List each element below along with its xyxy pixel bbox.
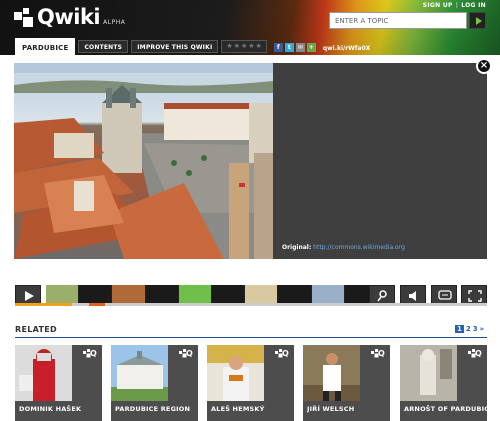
card-title: ALEŠ HEMSKÝ (211, 405, 265, 413)
related-heading: RELATED (15, 325, 57, 334)
play-icon (25, 291, 34, 301)
social-share: f t ✉ + (273, 43, 316, 52)
account-links: SIGN UP | LOG IN (423, 2, 486, 9)
link-separator: | (455, 2, 459, 9)
qwiki-badge-icon: Q (179, 349, 193, 359)
related-card-jiri-welsch[interactable]: Q JIŘÍ WELSCH (303, 345, 390, 421)
related-card-arnost-of-pardubice[interactable]: Q ARNOŠT OF PARDUBICE (400, 345, 488, 421)
progress-marker (89, 303, 105, 306)
short-url[interactable]: qwi.ki/rWfa0X (323, 45, 370, 52)
qwiki-logo-mark-icon (14, 8, 34, 28)
star-rating[interactable]: ★ ★ ★ ★ ★ (221, 40, 267, 53)
slide-thumbnail[interactable] (178, 285, 213, 305)
next-page-link[interactable]: » (480, 325, 485, 333)
twitter-icon[interactable]: t (284, 43, 294, 52)
slide-thumbnail[interactable] (145, 285, 179, 305)
speaker-icon (409, 291, 416, 301)
tab-pardubice[interactable]: PARDUBICE (15, 38, 76, 55)
related-pager: 1 2 3 » (455, 325, 484, 333)
tab-contents[interactable]: CONTENTS (78, 40, 129, 53)
card-title: PARDUBICE REGION (115, 405, 191, 413)
card-thumbnail (15, 345, 72, 401)
slide-photo (14, 63, 273, 259)
image-source-caption: Original: http://commons.wikimedia.org (282, 244, 405, 251)
page-2-link[interactable]: 2 (466, 325, 471, 333)
comment-icon (438, 290, 452, 300)
fullscreen-button[interactable] (461, 285, 487, 305)
slide-thumbnail[interactable] (46, 285, 80, 305)
card-title: DOMINIK HAŠEK (19, 405, 82, 413)
player-controls (15, 285, 487, 305)
related-divider (15, 337, 487, 338)
related-cards: Q DOMINIK HAŠEK Q PARDUBICE REGION Q ALE… (15, 345, 488, 421)
log-in-link[interactable]: LOG IN (461, 2, 486, 9)
map-button[interactable] (369, 285, 395, 305)
star-icon[interactable]: ★ (248, 41, 254, 52)
related-card-pardubice-region[interactable]: Q PARDUBICE REGION (111, 345, 198, 421)
close-icon[interactable]: × (476, 58, 492, 74)
slide-thumbnail[interactable] (245, 285, 279, 305)
map-pin-icon (377, 290, 387, 302)
slide-thumbnail[interactable] (212, 285, 246, 305)
slide-stage: Original: http://commons.wikimedia.org (14, 63, 487, 259)
captions-button[interactable] (431, 285, 457, 305)
card-title: ARNOŠT OF PARDUBICE (404, 405, 488, 413)
card-title: JIŘÍ WELSCH (307, 405, 355, 413)
alpha-badge: ALPHA (103, 19, 126, 26)
slide-thumbnail[interactable] (311, 285, 345, 305)
qwiki-badge-icon: Q (83, 349, 97, 359)
source-link[interactable]: http://commons.wikimedia.org (313, 244, 405, 251)
slide-thumbnail[interactable] (278, 285, 312, 305)
star-icon[interactable]: ★ (234, 41, 240, 52)
caption-label: Original: (282, 244, 312, 251)
share-icon[interactable]: + (306, 43, 316, 52)
qwiki-logo[interactable]: Qwiki ALPHA (14, 6, 125, 28)
qwiki-badge-icon: Q (371, 349, 385, 359)
topic-tabs: PARDUBICE CONTENTS IMPROVE THIS QWIKI ★ … (15, 38, 370, 55)
page-3-link[interactable]: 3 (473, 325, 478, 333)
page-1-link[interactable]: 1 (455, 325, 464, 333)
sign-up-link[interactable]: SIGN UP (423, 2, 453, 9)
play-button[interactable] (15, 285, 41, 305)
slide-thumbnails[interactable] (46, 285, 379, 305)
star-icon[interactable]: ★ (256, 41, 262, 52)
related-card-dominik-hasek[interactable]: Q DOMINIK HAŠEK (15, 345, 102, 421)
card-thumbnail (400, 345, 457, 401)
star-icon[interactable]: ★ (226, 41, 232, 52)
related-card-ales-hemsky[interactable]: Q ALEŠ HEMSKÝ (207, 345, 294, 421)
slide-thumbnail[interactable] (112, 285, 146, 305)
card-thumbnail (111, 345, 168, 401)
star-icon[interactable]: ★ (241, 41, 247, 52)
qwiki-badge-icon: Q (275, 349, 289, 359)
slide-thumbnail[interactable] (79, 285, 113, 305)
card-thumbnail (303, 345, 360, 401)
facebook-icon[interactable]: f (273, 43, 283, 52)
card-thumbnail (207, 345, 264, 401)
progress-fill (15, 303, 72, 306)
email-icon[interactable]: ✉ (295, 43, 305, 52)
tab-improve[interactable]: IMPROVE THIS QWIKI (131, 40, 219, 53)
header-bar: Qwiki ALPHA SIGN UP | LOG IN ENTER A TOP… (0, 0, 500, 55)
search-go-button[interactable] (469, 12, 486, 29)
fullscreen-icon (468, 290, 482, 302)
logo-text: Qwiki (37, 5, 101, 29)
qwiki-badge-icon: Q (468, 349, 482, 359)
volume-button[interactable] (400, 285, 426, 305)
search-input[interactable]: ENTER A TOPIC (329, 12, 467, 29)
progress-bar[interactable] (15, 303, 487, 306)
